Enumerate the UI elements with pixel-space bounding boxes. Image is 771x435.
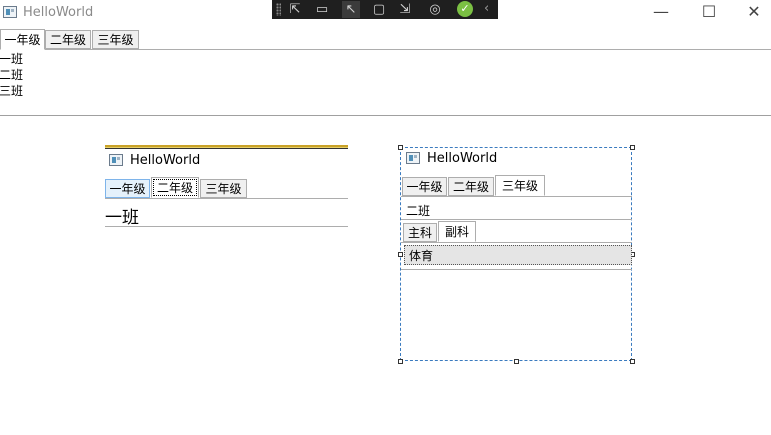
- preview-left-tab-grade-2[interactable]: 二年级: [151, 177, 199, 198]
- collapse-icon[interactable]: ‹: [484, 1, 489, 16]
- app-icon: [406, 152, 420, 164]
- resize-handle-s[interactable]: [514, 359, 519, 364]
- hot-reload-icon[interactable]: ◎: [426, 1, 444, 18]
- video-icon[interactable]: ▭: [313, 1, 331, 18]
- preview-left-tab-grade-1[interactable]: 一年级: [105, 179, 150, 198]
- preview-right-tab-border: [401, 196, 632, 197]
- preview-right-bottom-border: [401, 269, 632, 270]
- maximize-button[interactable]: ☐: [686, 0, 732, 26]
- panel-divider: [0, 115, 771, 116]
- preview-left-bottom-border: [105, 226, 348, 227]
- preview-right-tab-grade-1[interactable]: 一年级: [402, 177, 447, 196]
- preview-right-subject-tab-border: [401, 242, 632, 243]
- preview-right-class-label: 二班: [406, 204, 431, 218]
- subject-tab-minor[interactable]: 副科: [438, 221, 476, 242]
- tab-grade-3[interactable]: 三年级: [92, 30, 139, 49]
- subject-tab-main[interactable]: 主科: [403, 223, 437, 242]
- preview-left-tab-grade-3[interactable]: 三年级: [200, 179, 247, 198]
- preview-left-content: 一班: [105, 208, 139, 228]
- app-icon: [3, 6, 17, 18]
- close-button[interactable]: ✕: [731, 0, 771, 26]
- resize-handle-sw[interactable]: [398, 359, 403, 364]
- subject-content-text: 体育: [409, 249, 434, 263]
- resize-handle-w[interactable]: [398, 252, 403, 257]
- preview-right-tab-grade-3[interactable]: 三年级: [495, 175, 545, 196]
- window-title: HelloWorld: [23, 5, 94, 20]
- preview-left-title: HelloWorld: [130, 153, 201, 168]
- layout-adorner-icon[interactable]: ▢: [370, 1, 388, 18]
- toolbar-grip-icon[interactable]: [276, 3, 281, 16]
- class-list-item-2[interactable]: 二班: [0, 67, 23, 83]
- tab-strip-border: [0, 49, 771, 50]
- track-focus-icon[interactable]: ⇲: [396, 1, 414, 18]
- pointer-icon[interactable]: ↖: [342, 1, 360, 18]
- preview-left-tab-border: [105, 198, 348, 199]
- preview-right-class-divider: [401, 219, 632, 220]
- resize-handle-nw[interactable]: [398, 145, 403, 150]
- preview-left-border-shadow: [105, 148, 348, 149]
- class-list-item-1[interactable]: 一班: [0, 51, 23, 67]
- resize-handle-ne[interactable]: [630, 145, 635, 150]
- preview-right-title: HelloWorld: [427, 151, 498, 166]
- app-icon: [109, 154, 123, 166]
- preview-right-tab-grade-2[interactable]: 二年级: [448, 177, 494, 196]
- tab-grade-1[interactable]: 一年级: [0, 29, 45, 50]
- select-element-icon[interactable]: ⇱: [286, 1, 304, 18]
- check-icon[interactable]: ✓: [457, 1, 473, 17]
- minimize-button[interactable]: —: [638, 0, 684, 26]
- class-list-item-3[interactable]: 三班: [0, 83, 23, 99]
- subject-content-panel[interactable]: [404, 245, 632, 265]
- resize-handle-se[interactable]: [630, 359, 635, 364]
- tab-grade-2[interactable]: 二年级: [45, 30, 91, 49]
